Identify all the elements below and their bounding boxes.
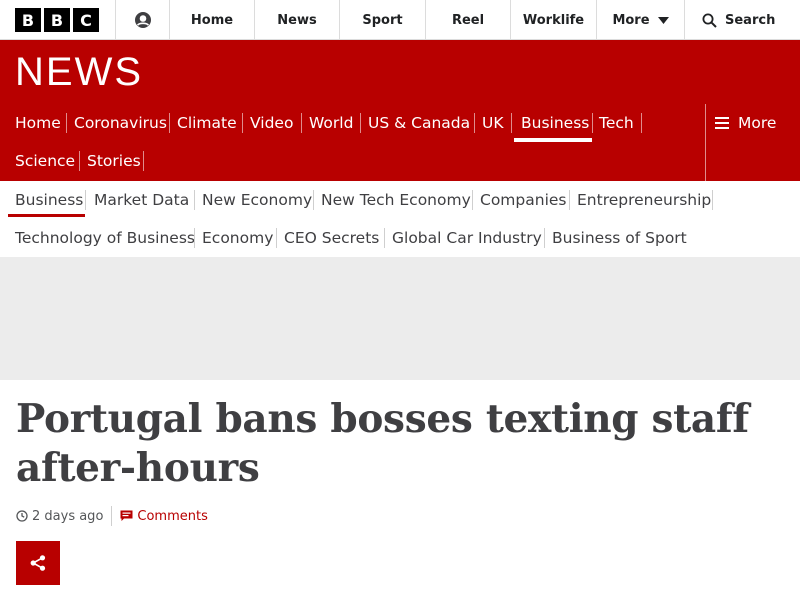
nav-divider — [592, 113, 593, 133]
comments-link[interactable]: Comments — [120, 508, 208, 524]
caret-down-icon — [657, 16, 669, 24]
article-headline: Portugal bans bosses texting staff after… — [16, 396, 749, 491]
global-top-bar: B B C Home News Sport Reel Worklife More… — [0, 0, 800, 40]
meta-divider — [111, 506, 113, 526]
global-nav-news[interactable]: News — [255, 0, 340, 40]
subnav-divider — [276, 228, 277, 248]
subnav-divider — [384, 228, 385, 248]
global-more-label: More — [612, 12, 650, 28]
share-icon — [30, 555, 46, 571]
user-icon — [134, 12, 151, 28]
menu-icon — [715, 117, 729, 129]
global-nav-home[interactable]: Home — [170, 0, 255, 40]
secondary-nav-entrepreneurship[interactable]: Entrepreneurship — [577, 181, 711, 219]
primary-nav-more-button[interactable]: More — [705, 104, 800, 181]
nav-divider — [474, 113, 475, 133]
primary-nav-science[interactable]: Science — [15, 142, 75, 180]
primary-nav-climate[interactable]: Climate — [177, 104, 237, 142]
secondary-nav: Business Market Data New Economy New Tec… — [0, 181, 800, 257]
subnav-divider — [313, 190, 314, 210]
global-nav-reel[interactable]: Reel — [426, 0, 511, 40]
subnav-divider — [544, 228, 545, 248]
secondary-nav-economy[interactable]: Economy — [202, 219, 273, 257]
account-button[interactable] — [116, 0, 170, 40]
subnav-divider — [712, 190, 713, 210]
primary-nav-video[interactable]: Video — [250, 104, 293, 142]
bbc-logo[interactable]: B B C — [0, 0, 116, 40]
global-nav-more-button[interactable]: More — [597, 0, 685, 40]
nav-divider — [242, 113, 243, 133]
article-meta: 2 days ago Comments — [16, 506, 208, 526]
advert-placeholder — [0, 257, 800, 380]
primary-nav-stories[interactable]: Stories — [87, 142, 141, 180]
global-nav: Home News Sport Reel Worklife More — [170, 0, 685, 40]
logo-letter-b1: B — [15, 8, 41, 32]
active-subnav-indicator — [8, 214, 85, 217]
news-wordmark[interactable]: NEWS — [15, 52, 143, 92]
nav-divider — [169, 113, 170, 133]
share-button[interactable] — [16, 541, 60, 585]
subnav-divider — [472, 190, 473, 210]
secondary-nav-new-tech-economy[interactable]: New Tech Economy — [321, 181, 471, 219]
secondary-nav-business-of-sport[interactable]: Business of Sport — [552, 219, 687, 257]
subnav-divider — [569, 190, 570, 210]
secondary-nav-global-car-industry[interactable]: Global Car Industry — [392, 219, 542, 257]
comments-label: Comments — [137, 508, 208, 524]
primary-nav-home[interactable]: Home — [15, 104, 61, 142]
primary-nav-coronavirus[interactable]: Coronavirus — [74, 104, 167, 142]
primary-nav-us-canada[interactable]: US & Canada — [368, 104, 470, 142]
secondary-nav-new-economy[interactable]: New Economy — [202, 181, 312, 219]
secondary-nav-market-data[interactable]: Market Data — [94, 181, 189, 219]
global-nav-sport[interactable]: Sport — [340, 0, 426, 40]
timestamp-text: 2 days ago — [32, 508, 104, 524]
primary-nav: Home Coronavirus Climate Video World US … — [0, 104, 706, 181]
search-button[interactable]: Search — [685, 0, 800, 40]
nav-divider — [641, 113, 642, 133]
article-timestamp: 2 days ago — [16, 509, 103, 524]
primary-nav-world[interactable]: World — [309, 104, 353, 142]
secondary-nav-companies[interactable]: Companies — [480, 181, 566, 219]
nav-divider — [301, 113, 302, 133]
primary-more-label: More — [738, 114, 777, 132]
global-nav-worklife[interactable]: Worklife — [511, 0, 597, 40]
primary-nav-tech[interactable]: Tech — [599, 104, 634, 142]
primary-nav-business[interactable]: Business — [521, 104, 589, 142]
logo-letter-b2: B — [44, 8, 70, 32]
search-icon — [702, 13, 717, 28]
clock-icon — [16, 510, 28, 522]
subnav-divider — [194, 190, 195, 210]
nav-divider — [143, 151, 144, 171]
subnav-divider — [85, 190, 86, 210]
secondary-nav-technology-of-business[interactable]: Technology of Business — [15, 219, 195, 257]
search-label: Search — [725, 12, 776, 28]
primary-nav-uk[interactable]: UK — [482, 104, 504, 142]
secondary-nav-ceo-secrets[interactable]: CEO Secrets — [284, 219, 379, 257]
logo-letter-c: C — [73, 8, 99, 32]
nav-divider — [360, 113, 361, 133]
nav-divider — [79, 151, 80, 171]
comment-icon — [120, 510, 133, 521]
nav-divider — [66, 113, 67, 133]
active-tab-indicator — [514, 138, 592, 142]
nav-divider — [511, 113, 512, 133]
subnav-divider — [194, 228, 195, 248]
